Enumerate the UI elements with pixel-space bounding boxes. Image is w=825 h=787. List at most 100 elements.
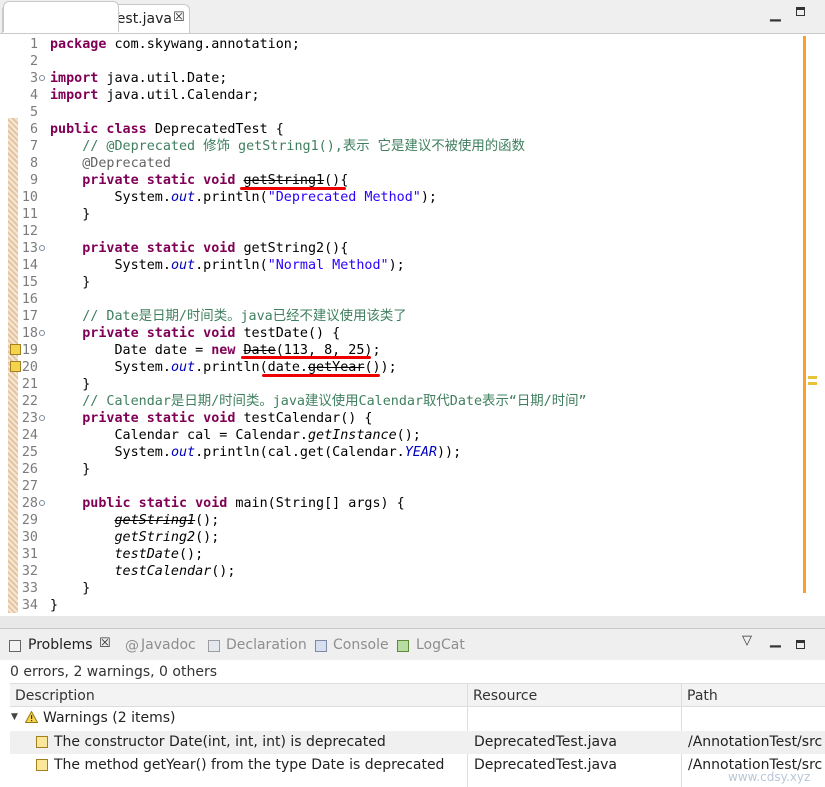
problem-resource: DeprecatedTest.java	[474, 734, 617, 750]
code-token: Date date =	[50, 343, 212, 358]
code-text: }	[50, 580, 90, 597]
logcat-icon	[397, 640, 409, 652]
code-line[interactable]: 16	[18, 291, 808, 308]
minimize-icon[interactable]: ▁	[770, 6, 781, 22]
tab-problems[interactable]	[3, 1, 119, 32]
code-line[interactable]: 4 import java.util.Calendar;	[18, 87, 808, 104]
code-line[interactable]: 28 public static void main(String[] args…	[18, 495, 808, 512]
code-line[interactable]: 22 // Calendar是日期/时间类。java建议使用Calendar取代…	[18, 393, 808, 410]
code-line[interactable]: 12	[18, 223, 808, 240]
code-line[interactable]: 34}	[18, 597, 808, 614]
code-lines[interactable]: 1 package com.skywang.annotation; 2 3 import…	[10, 36, 808, 614]
line-number: 19	[21, 343, 38, 358]
table-row[interactable]: The method getYear() from the type Date …	[10, 754, 825, 777]
code-line[interactable]: 9 private static void getString1(){	[18, 172, 808, 189]
column-resource[interactable]: Resource	[473, 688, 537, 704]
tab-logcat[interactable]: LogCat	[416, 637, 465, 653]
expand-icon[interactable]: ▼	[11, 712, 18, 722]
code-line[interactable]: 18 private static void testDate() {	[18, 325, 808, 342]
maximize-icon[interactable]	[796, 7, 805, 16]
overview-ruler[interactable]	[803, 36, 806, 593]
code-line[interactable]: 8 @Deprecated	[18, 155, 808, 172]
code-text: }	[50, 597, 58, 614]
close-icon[interactable]: ☒	[173, 10, 185, 25]
tab-javadoc[interactable]: Javadoc	[141, 637, 196, 653]
code-token: System.	[50, 258, 171, 273]
code-token: getInstance	[307, 428, 397, 443]
code-token: import	[50, 88, 99, 103]
line-number: 16	[21, 292, 38, 307]
tab-console[interactable]: Console	[333, 637, 389, 653]
fold-toggle-icon[interactable]	[39, 330, 45, 336]
code-token: ();	[195, 530, 220, 545]
code-text: private static void getString2(){	[50, 240, 348, 257]
code-line[interactable]: 26 }	[18, 461, 808, 478]
code-line[interactable]: 14 System.out.println("Normal Method");	[18, 257, 808, 274]
close-icon[interactable]: ☒	[99, 636, 111, 651]
fold-toggle-icon[interactable]	[39, 75, 45, 81]
code-line[interactable]: 5	[18, 104, 808, 121]
warning-marker-icon[interactable]	[10, 344, 21, 355]
minimize-icon[interactable]: ▁	[770, 632, 781, 648]
code-line[interactable]: 2	[18, 53, 808, 70]
maximize-icon[interactable]	[796, 640, 805, 649]
line-number: 11	[21, 207, 38, 222]
overview-warning-marker[interactable]	[808, 376, 817, 379]
problem-path: /AnnotationTest/src	[688, 734, 823, 750]
line-number: 23	[21, 411, 38, 426]
code-token: System.	[50, 445, 171, 460]
table-row[interactable]: The constructor Date(int, int, int) is d…	[10, 731, 825, 754]
code-token: System.	[50, 360, 171, 375]
code-line[interactable]: 3 import java.util.Date;	[18, 70, 808, 87]
code-token: main(String[] args) {	[227, 496, 405, 511]
column-path[interactable]: Path	[687, 688, 718, 704]
fold-toggle-icon[interactable]	[39, 415, 45, 421]
code-token: (){	[324, 173, 349, 188]
code-line[interactable]: 25 System.out.println(cal.get(Calendar.Y…	[18, 444, 808, 461]
code-line[interactable]: 19 Date date = new Date(113, 8, 25);	[10, 342, 808, 359]
overview-warning-marker[interactable]	[808, 382, 817, 385]
code-line[interactable]: 6 public class DeprecatedTest {	[18, 121, 808, 138]
code-line[interactable]: 11 }	[18, 206, 808, 223]
code-line[interactable]: 32 testCalendar();	[18, 563, 808, 580]
code-token: ();	[195, 513, 220, 528]
code-line[interactable]: 23 private static void testCalendar() {	[18, 410, 808, 427]
line-number: 10	[21, 190, 38, 205]
code-line[interactable]: 30 getString2();	[18, 529, 808, 546]
fold-toggle-icon[interactable]	[39, 245, 45, 251]
line-number: 15	[21, 275, 38, 290]
javadoc-icon: @	[125, 638, 139, 654]
fold-toggle-icon[interactable]	[39, 500, 45, 506]
tab-declaration[interactable]: Declaration	[226, 637, 307, 653]
problem-resource: DeprecatedTest.java	[474, 757, 617, 773]
code-line[interactable]: 33 }	[18, 580, 808, 597]
code-line[interactable]: 29 getString1();	[18, 512, 808, 529]
code-line[interactable]: 24 Calendar cal = Calendar.getInstance()…	[18, 427, 808, 444]
line-number: 27	[21, 479, 38, 494]
code-line[interactable]: 27	[18, 478, 808, 495]
code-token: }	[50, 207, 91, 222]
code-line[interactable]: 13 private static void getString2(){	[18, 240, 808, 257]
code-text: }	[50, 461, 90, 478]
warning-marker-icon[interactable]	[10, 361, 21, 372]
code-token: DeprecatedTest {	[154, 122, 284, 137]
code-token: .println(date.	[195, 360, 308, 375]
problem-description: The method getYear() from the type Date …	[54, 757, 445, 773]
warnings-group-row[interactable]: ▼ Warnings (2 items)	[10, 707, 468, 730]
code-line[interactable]: 15 }	[18, 274, 808, 291]
code-line[interactable]: 31 testDate();	[18, 546, 808, 563]
code-line[interactable]: 20 System.out.println(date.getYear());	[10, 359, 808, 376]
code-line[interactable]: 1 package com.skywang.annotation;	[18, 36, 808, 53]
code-line[interactable]: 17 // Date是日期/时间类。java已经不建议使用该类了	[18, 308, 808, 325]
code-line[interactable]: 21 }	[18, 376, 808, 393]
code-token: ));	[436, 445, 462, 460]
problems-summary: 0 errors, 2 warnings, 0 others	[10, 664, 218, 680]
code-line[interactable]: 7 // @Deprecated 修饰 getString1(),表示 它是建议…	[18, 138, 808, 155]
code-line[interactable]: 10 System.out.println("Deprecated Method…	[18, 189, 808, 206]
view-menu-icon[interactable]: ▽	[742, 633, 752, 648]
column-description[interactable]: Description	[15, 688, 95, 704]
